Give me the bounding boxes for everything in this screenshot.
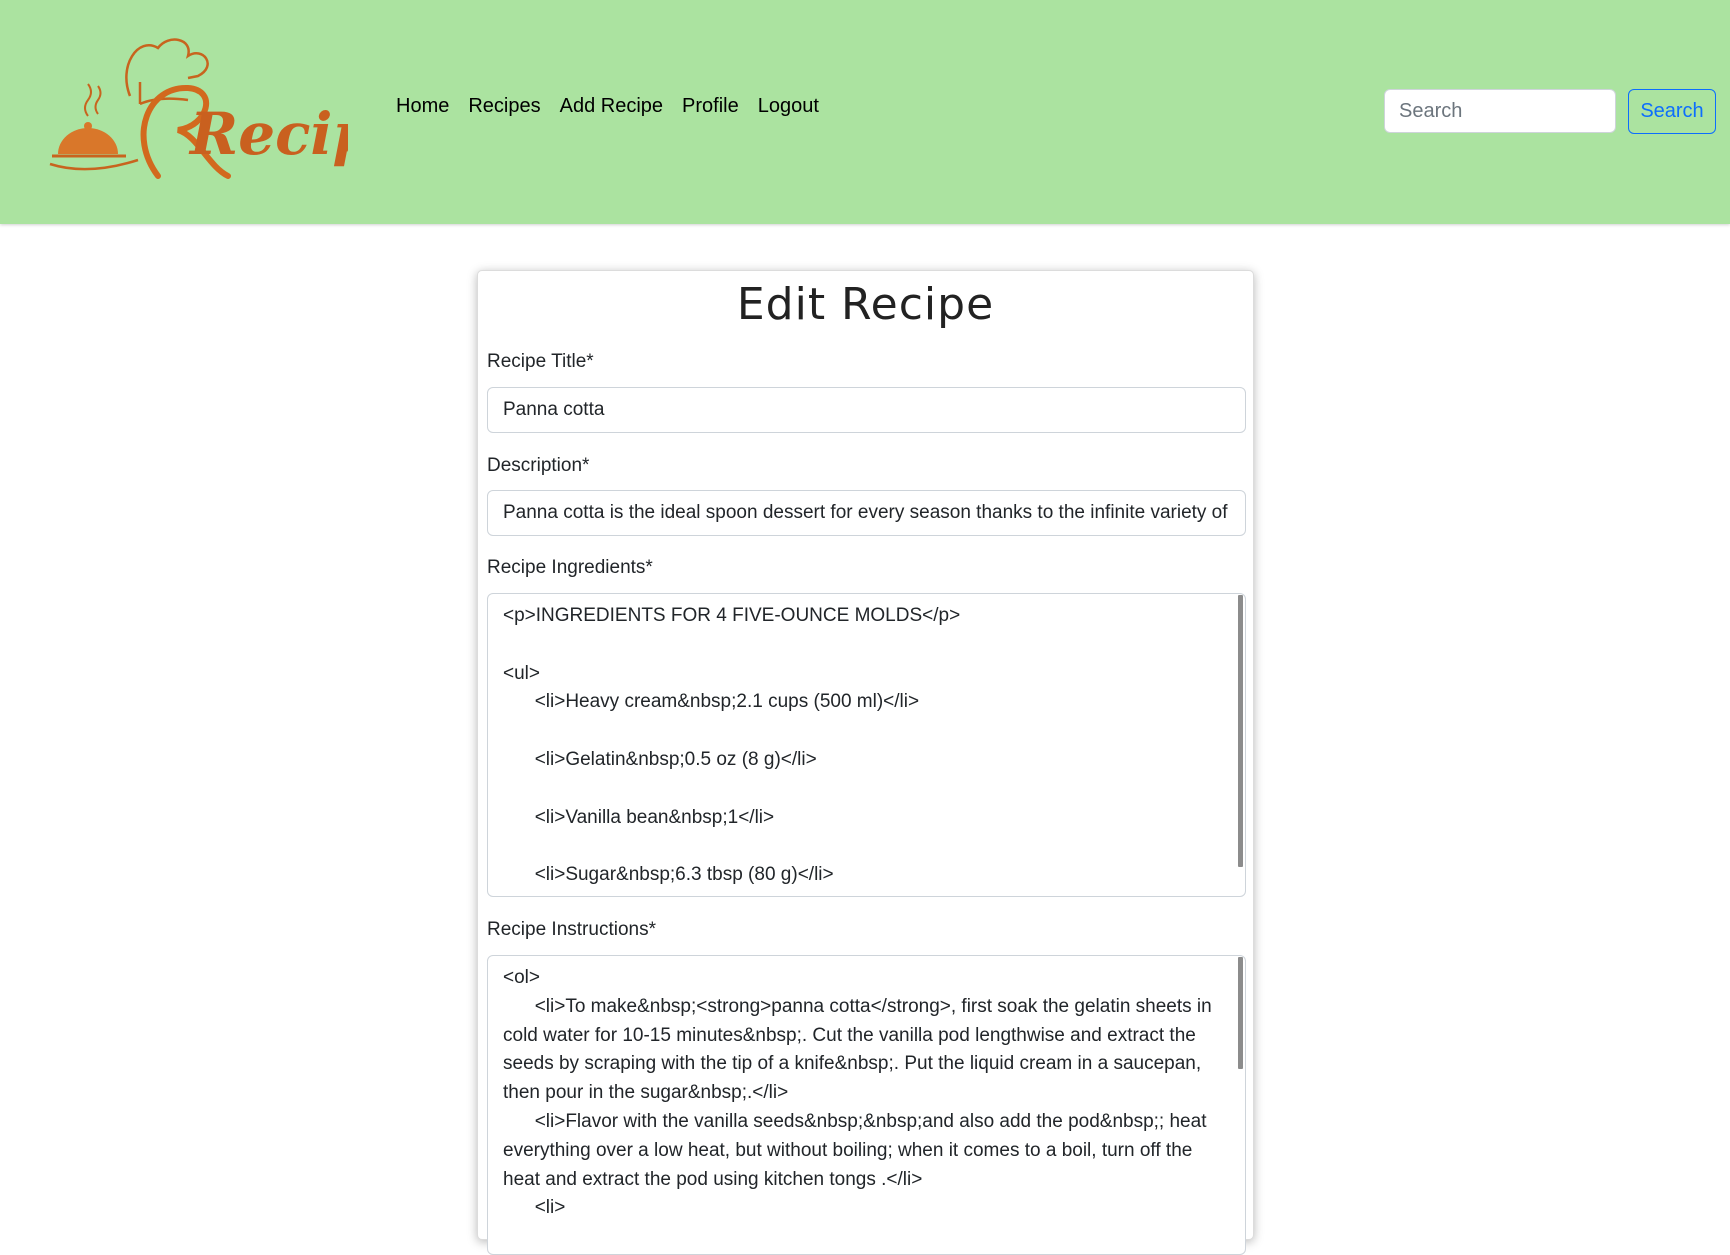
edit-recipe-card: Edit Recipe Recipe Title* Description* R… bbox=[477, 270, 1254, 1255]
nav-profile[interactable]: Profile bbox=[682, 92, 739, 120]
ingredients-text: <p>INGREDIENTS FOR 4 FIVE-OUNCE MOLDS</p… bbox=[503, 605, 961, 886]
main-nav: Home Recipes Add Recipe Profile Logout bbox=[396, 92, 819, 120]
nav-home[interactable]: Home bbox=[396, 92, 449, 120]
nav-recipes[interactable]: Recipes bbox=[468, 92, 540, 120]
page-title: Edit Recipe bbox=[736, 279, 995, 330]
ingredients-scrollbar[interactable] bbox=[1238, 595, 1243, 867]
description-label: Description* bbox=[487, 455, 590, 476]
recipe-title-input[interactable] bbox=[487, 387, 1246, 433]
recipe-title-label: Recipe Title* bbox=[487, 351, 594, 372]
instructions-textarea[interactable]: <ol> <li>To make&nbsp;<strong>panna cott… bbox=[487, 955, 1246, 1255]
instructions-text: <ol> <li>To make&nbsp;<strong>panna cott… bbox=[503, 967, 1212, 1219]
search-input[interactable] bbox=[1384, 89, 1616, 133]
nav-logout[interactable]: Logout bbox=[758, 92, 819, 120]
logo-graphic: Recipes bbox=[49, 38, 443, 179]
ingredients-scroll-thumb[interactable] bbox=[1238, 595, 1243, 867]
site-header: Recipes Home Recipes Add Recipe Profile … bbox=[0, 0, 1730, 224]
instructions-scrollbar[interactable] bbox=[1238, 957, 1243, 1224]
logo-text: Recipes bbox=[188, 100, 348, 168]
nav-add-recipe[interactable]: Add Recipe bbox=[560, 92, 663, 120]
ingredients-label: Recipe Ingredients* bbox=[487, 557, 653, 578]
search-button[interactable]: Search bbox=[1628, 89, 1716, 134]
site-logo[interactable]: Recipes bbox=[48, 26, 443, 196]
instructions-scroll-thumb[interactable] bbox=[1238, 957, 1243, 1069]
description-input[interactable] bbox=[487, 490, 1246, 536]
ingredients-textarea[interactable]: <p>INGREDIENTS FOR 4 FIVE-OUNCE MOLDS</p… bbox=[487, 593, 1246, 897]
instructions-label: Recipe Instructions* bbox=[487, 919, 656, 940]
